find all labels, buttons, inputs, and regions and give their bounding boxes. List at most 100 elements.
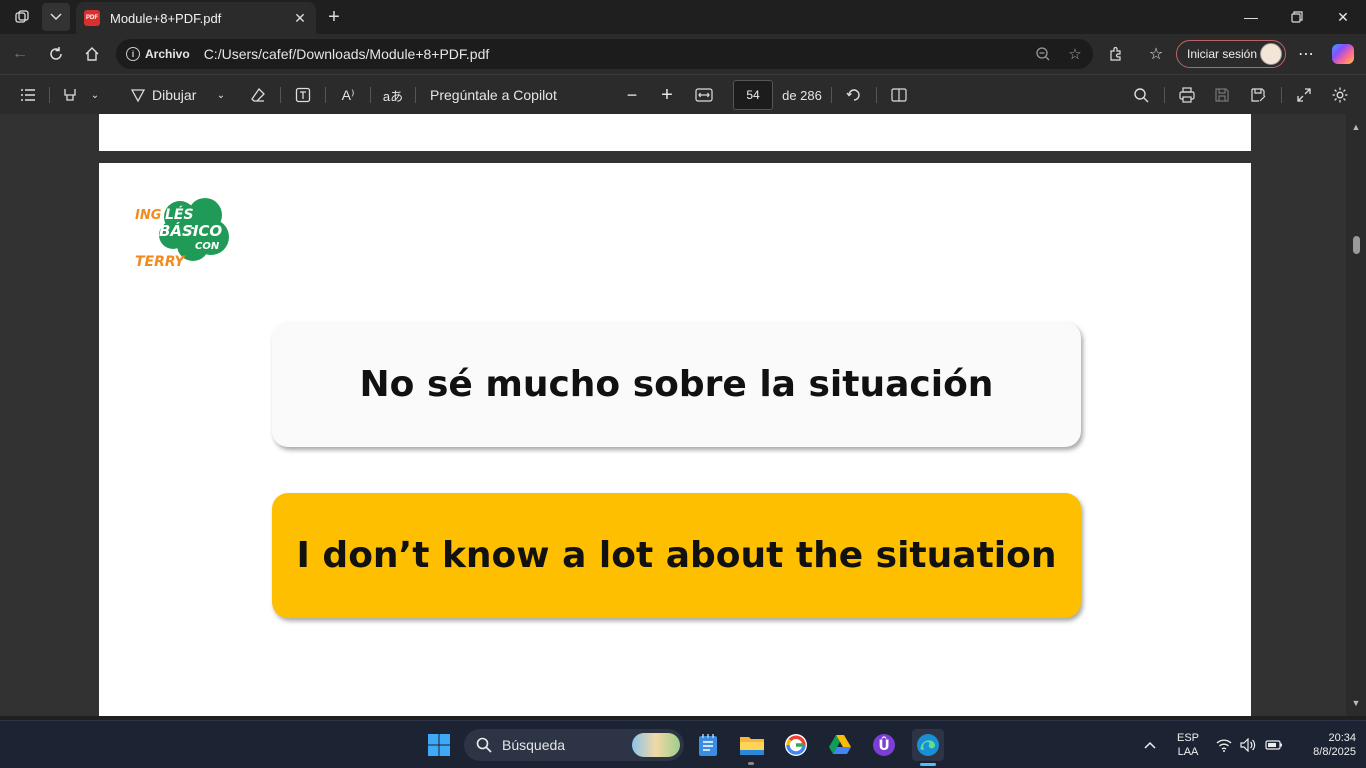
pdf-viewer[interactable]: ING LÉS BÁSICO CON TERRY No sé mucho sob… <box>0 114 1366 716</box>
save-icon[interactable] <box>1208 81 1236 109</box>
extensions-icon[interactable] <box>1102 40 1130 68</box>
active-app-indicator <box>920 763 936 766</box>
print-icon[interactable] <box>1173 81 1201 109</box>
logo-line4: TERRY <box>135 254 186 269</box>
page-view-icon[interactable] <box>885 81 913 109</box>
logo-line1: ING <box>135 208 162 223</box>
text-box-icon[interactable] <box>289 81 317 109</box>
clock-time: 20:34 <box>1328 732 1356 744</box>
clock[interactable]: 20:34 8/8/2025 <box>1292 731 1356 759</box>
app-u-icon[interactable]: Û <box>868 729 900 761</box>
search-placeholder: Búsqueda <box>502 737 566 753</box>
windows-taskbar: Búsqueda Û ESP LAA 20:34 8/8/2025 <box>0 720 1366 768</box>
tab-close-icon[interactable]: ✕ <box>288 6 312 30</box>
running-indicator <box>748 762 754 765</box>
copilot-icon[interactable] <box>1332 44 1354 64</box>
pdf-page: ING LÉS BÁSICO CON TERRY No sé mucho sob… <box>99 163 1251 716</box>
tab-actions-chevron-icon[interactable] <box>42 3 70 31</box>
search-icon <box>476 737 492 753</box>
svg-text:LÉS: LÉS <box>165 206 194 223</box>
tab-module-pdf[interactable]: PDF Module+8+PDF.pdf ✕ <box>76 2 316 34</box>
more-options-icon[interactable]: ⋯ <box>1292 40 1320 68</box>
rotate-icon[interactable] <box>840 81 868 109</box>
divider <box>876 87 877 103</box>
lang-line1: ESP <box>1176 732 1199 744</box>
logo-line2: BÁSICO <box>159 221 222 240</box>
zoom-out-icon[interactable] <box>1029 40 1057 68</box>
translate-icon[interactable]: aあ <box>379 81 407 109</box>
sign-in-label: Iniciar sesión <box>1187 47 1258 61</box>
workspaces-icon[interactable] <box>8 3 36 31</box>
refresh-icon[interactable] <box>42 40 70 68</box>
highlight-icon[interactable] <box>56 81 84 109</box>
minimize-icon[interactable]: — <box>1228 0 1274 34</box>
settings-gear-icon[interactable] <box>1326 81 1354 109</box>
address-bar[interactable]: i Archivo C:/Users/cafef/Downloads/Modul… <box>116 39 1093 69</box>
draw-button[interactable]: Dibujar <box>152 81 208 109</box>
address-row: ← i Archivo C:/Users/cafef/Downloads/Mod… <box>0 34 1366 74</box>
eraser-icon[interactable] <box>244 81 272 109</box>
info-icon[interactable]: i <box>126 47 140 61</box>
vertical-scrollbar[interactable]: ▲ ▼ <box>1346 114 1366 716</box>
avatar <box>1260 43 1282 65</box>
taskbar-search[interactable]: Búsqueda <box>464 729 684 761</box>
ingles-basico-con-terry-logo: ING LÉS BÁSICO CON TERRY <box>135 198 229 269</box>
divider <box>831 87 832 103</box>
fit-width-icon[interactable] <box>690 81 718 109</box>
previous-page <box>99 114 1251 151</box>
divider <box>1281 87 1282 103</box>
start-windows-icon[interactable] <box>423 729 455 761</box>
input-language[interactable]: ESP LAA <box>1172 731 1204 759</box>
zoom-in-button[interactable]: + <box>653 81 681 109</box>
divider <box>49 87 50 103</box>
battery-icon[interactable] <box>1262 729 1286 761</box>
site-info-chip[interactable]: Archivo <box>145 47 190 61</box>
sign-in-button[interactable]: Iniciar sesión <box>1176 40 1286 68</box>
close-window-icon[interactable]: ✕ <box>1320 0 1366 34</box>
highlight-chevron-icon[interactable]: ⌄ <box>86 81 104 109</box>
svg-text:Û: Û <box>878 736 889 754</box>
fullscreen-icon[interactable] <box>1290 81 1318 109</box>
restore-icon[interactable] <box>1274 0 1320 34</box>
scroll-down-arrow-icon[interactable]: ▼ <box>1351 698 1361 708</box>
scrollbar-thumb[interactable] <box>1353 236 1360 254</box>
english-phrase-card: I don’t know a lot about the situation <box>272 493 1081 618</box>
tab-title: Module+8+PDF.pdf <box>110 10 222 26</box>
pdf-file-icon: PDF <box>84 10 100 26</box>
title-bar: PDF Module+8+PDF.pdf ✕ + — ✕ <box>0 0 1366 34</box>
read-aloud-icon[interactable]: A⁾ <box>334 81 362 109</box>
divider <box>280 87 281 103</box>
divider <box>370 87 371 103</box>
draw-chevron-icon[interactable]: ⌄ <box>212 81 230 109</box>
tray-overflow-chevron-icon[interactable] <box>1136 729 1164 761</box>
google-chrome-icon[interactable] <box>780 729 812 761</box>
volume-icon[interactable] <box>1236 729 1260 761</box>
new-tab-icon[interactable]: + <box>320 3 348 31</box>
pdf-toolbar: ⌄ Dibujar ⌄ A⁾ aあ Pregúntale a Copilot −… <box>0 74 1366 114</box>
spanish-phrase-card: No sé mucho sobre la situación <box>272 322 1081 447</box>
favorite-star-icon[interactable]: ☆ <box>1061 40 1089 68</box>
file-explorer-icon[interactable] <box>736 729 768 761</box>
wifi-icon[interactable] <box>1212 729 1236 761</box>
zoom-out-button[interactable]: − <box>618 81 646 109</box>
save-as-icon[interactable] <box>1244 81 1272 109</box>
ask-copilot-button[interactable]: Pregúntale a Copilot <box>430 81 570 109</box>
favorites-icon[interactable]: ☆ <box>1142 40 1170 68</box>
draw-icon[interactable] <box>126 81 150 109</box>
edge-browser-icon[interactable] <box>912 729 944 761</box>
scroll-up-arrow-icon[interactable]: ▲ <box>1351 122 1361 132</box>
divider <box>325 87 326 103</box>
logo-line3: CON <box>195 241 220 252</box>
search-highlight-image <box>632 733 680 757</box>
clock-date: 8/8/2025 <box>1313 746 1356 758</box>
contents-list-icon[interactable] <box>14 81 42 109</box>
home-icon[interactable] <box>78 40 106 68</box>
find-icon[interactable] <box>1127 81 1155 109</box>
page-number-input[interactable]: 54 <box>733 80 773 110</box>
notepad-icon[interactable] <box>692 729 724 761</box>
back-icon[interactable]: ← <box>6 40 34 68</box>
divider <box>415 87 416 103</box>
lang-line2: LAA <box>1177 746 1199 758</box>
url-text[interactable]: C:/Users/cafef/Downloads/Module+8+PDF.pd… <box>204 46 1029 62</box>
google-drive-icon[interactable] <box>824 729 856 761</box>
